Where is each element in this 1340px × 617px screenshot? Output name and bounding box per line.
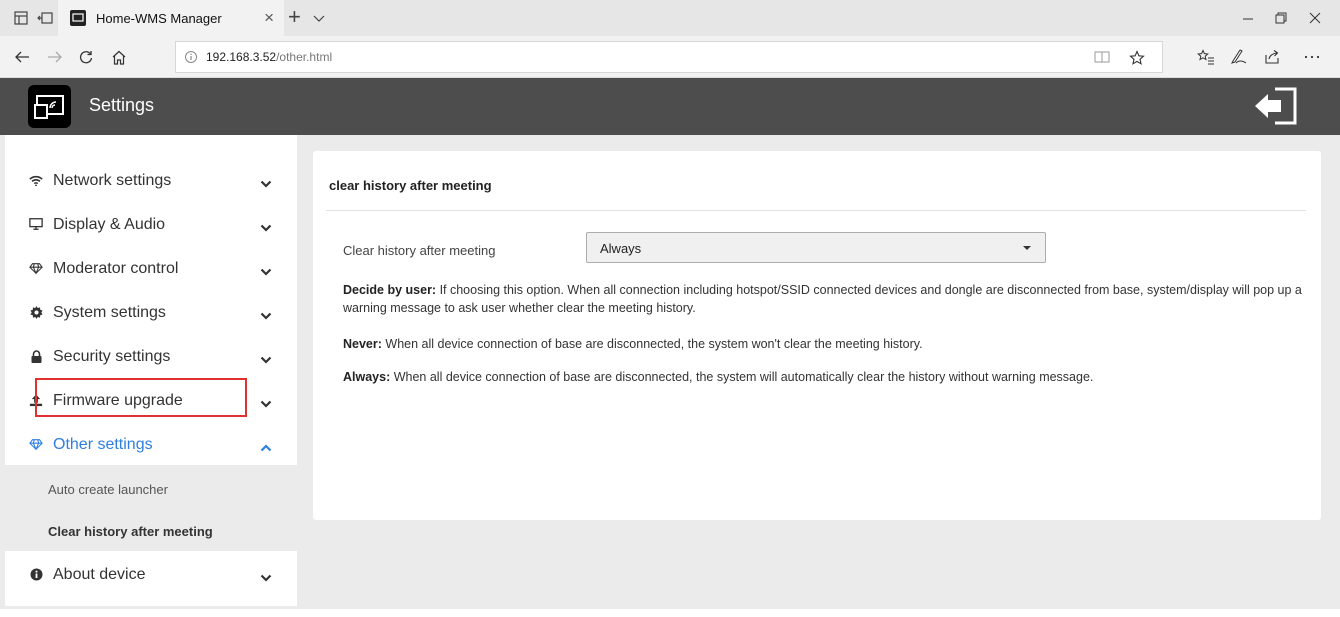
highlight-box <box>35 378 247 417</box>
description-term: Never: <box>343 337 382 351</box>
wifi-icon <box>29 173 43 187</box>
sidebar-item-label: Security settings <box>53 348 171 365</box>
chevron-down-icon[interactable] <box>260 264 272 276</box>
site-info-icon[interactable] <box>184 50 198 69</box>
page-title: Settings <box>89 95 155 115</box>
app-header: Settings <box>0 78 1340 135</box>
tab-preview-icon[interactable] <box>12 9 30 27</box>
share-icon[interactable] <box>1262 47 1282 67</box>
lock-icon <box>29 349 43 363</box>
sidebar-item-other-settings[interactable]: Other settings <box>5 423 297 467</box>
description-text: When all device connection of base are d… <box>390 370 1094 384</box>
select-value: Always <box>600 241 642 256</box>
window-close-icon[interactable] <box>1307 10 1323 26</box>
browser-tab-bar: Home-WMS Manager × + <box>0 0 1340 36</box>
sidebar-item-security-settings[interactable]: Security settings <box>5 335 297 379</box>
description-text: If choosing this option. When all connec… <box>343 283 1302 315</box>
submenu-item-auto-create-launcher[interactable]: Auto create launcher <box>48 482 168 497</box>
sidebar-item-about-device[interactable]: About device <box>5 553 297 597</box>
new-tab-button[interactable]: + <box>288 5 301 29</box>
sidebar-item-system-settings[interactable]: System settings <box>5 291 297 335</box>
logout-icon[interactable] <box>1253 86 1299 126</box>
sidebar-item-moderator-control[interactable]: Moderator control <box>5 247 297 291</box>
forward-icon[interactable] <box>45 47 65 67</box>
browser-tab[interactable]: Home-WMS Manager × <box>58 0 284 36</box>
sidebar-item-label: About device <box>53 566 146 583</box>
sidebar-item-display-audio[interactable]: Display & Audio <box>5 203 297 247</box>
home-icon[interactable] <box>109 47 129 67</box>
sidebar: Network settings Display & Audio Moderat… <box>5 135 297 606</box>
description-decide-by-user: Decide by user: If choosing this option.… <box>343 281 1308 317</box>
diamond-icon <box>29 261 43 275</box>
gear-icon <box>29 305 43 319</box>
app-logo-icon <box>28 85 71 128</box>
reading-view-icon[interactable] <box>1094 50 1110 69</box>
chevron-down-icon[interactable] <box>260 308 272 320</box>
sidebar-item-label: Display & Audio <box>53 216 166 233</box>
chevron-down-icon[interactable] <box>260 396 272 408</box>
submenu-item-clear-history-after-meeting[interactable]: Clear history after meeting <box>48 524 213 539</box>
tab-title: Home-WMS Manager <box>96 10 222 26</box>
caret-down-icon <box>1023 246 1031 250</box>
chevron-down-icon[interactable] <box>260 352 272 364</box>
set-tabs-aside-icon[interactable] <box>36 9 54 27</box>
favorites-hub-icon[interactable] <box>1196 47 1216 67</box>
description-never: Never: When all device connection of bas… <box>343 335 1308 353</box>
sidebar-item-label: Network settings <box>53 172 172 189</box>
url-input[interactable]: 192.168.3.52/other.html <box>175 41 1163 73</box>
description-term: Always: <box>343 370 391 384</box>
chevron-down-icon[interactable] <box>260 570 272 582</box>
url-path: /other.html <box>276 50 333 64</box>
clear-history-label: Clear history after meeting <box>343 243 496 258</box>
restore-icon[interactable] <box>1273 10 1289 26</box>
tab-list-chevron-icon[interactable] <box>313 10 325 28</box>
tab-close-icon[interactable]: × <box>264 9 274 26</box>
web-note-pen-icon[interactable] <box>1229 47 1249 67</box>
url-text: 192.168.3.52/other.html <box>206 50 332 64</box>
sidebar-item-label: Other settings <box>53 436 153 453</box>
description-text: When all device connection of base are d… <box>381 337 923 351</box>
diamond-icon <box>29 437 43 451</box>
info-icon <box>29 567 43 581</box>
settings-panel: clear history after meeting Clear histor… <box>313 151 1321 520</box>
browser-address-bar: 192.168.3.52/other.html <box>0 36 1340 78</box>
more-menu-icon[interactable] <box>1302 47 1322 67</box>
site-favicon-icon <box>70 10 86 26</box>
url-host: 192.168.3.52 <box>206 50 277 64</box>
monitor-icon <box>29 217 43 231</box>
other-settings-submenu: Auto create launcher Clear history after… <box>5 465 297 551</box>
minimize-icon[interactable] <box>1240 10 1256 26</box>
chevron-down-icon[interactable] <box>260 176 272 188</box>
description-term: Decide by user: <box>343 283 437 297</box>
sidebar-item-network-settings[interactable]: Network settings <box>5 159 297 203</box>
sidebar-item-label: System settings <box>53 304 166 321</box>
panel-title: clear history after meeting <box>329 178 492 193</box>
refresh-icon[interactable] <box>76 47 96 67</box>
clear-history-select[interactable]: Always <box>586 232 1046 263</box>
chevron-down-icon[interactable] <box>260 220 272 232</box>
sidebar-item-label: Moderator control <box>53 260 179 277</box>
chevron-up-icon[interactable] <box>260 440 272 452</box>
back-icon[interactable] <box>12 47 32 67</box>
divider <box>326 210 1306 211</box>
description-always: Always: When all device connection of ba… <box>343 368 1308 386</box>
favorite-star-icon[interactable] <box>1129 50 1145 71</box>
